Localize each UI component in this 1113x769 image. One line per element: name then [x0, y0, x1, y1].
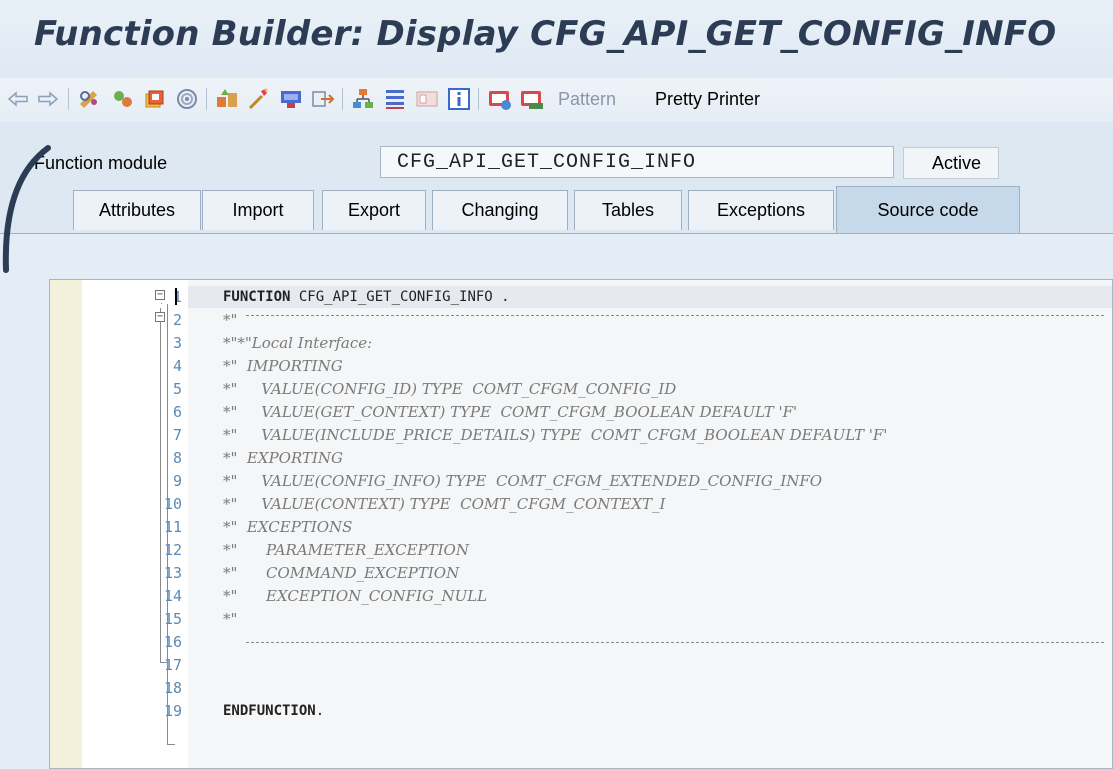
- fold-tree-line: [160, 320, 161, 662]
- code-line[interactable]: *" VALUE(INCLUDE_PRICE_DETAILS) TYPE COM…: [223, 424, 887, 447]
- code-line[interactable]: *" PARAMETER_EXCEPTION: [223, 539, 469, 562]
- where-used-icon[interactable]: [174, 86, 200, 112]
- code-line[interactable]: *"*"Local Interface:: [223, 332, 372, 355]
- tab-import[interactable]: Import: [202, 190, 314, 230]
- text-cursor: [175, 288, 177, 305]
- window-title: Function Builder: Display CFG_API_GET_CO…: [34, 14, 1057, 54]
- title-bar: Function Builder: Display CFG_API_GET_CO…: [0, 0, 1113, 78]
- code-line[interactable]: *" VALUE(CONTEXT) TYPE COMT_CFGM_CONTEXT…: [223, 493, 665, 516]
- code-line[interactable]: *" VALUE(GET_CONTEXT) TYPE COMT_CFGM_BOO…: [223, 401, 797, 424]
- back-arrow-icon[interactable]: [6, 86, 30, 112]
- fold-tree-line: [161, 303, 162, 304]
- tab-changing[interactable]: Changing: [432, 190, 568, 230]
- tab-exceptions[interactable]: Exceptions: [688, 190, 834, 230]
- source-code-editor[interactable]: 1 FUNCTION CFG_API_GET_CONFIG_INFO . 2 *" 3 *…: [49, 279, 1113, 769]
- fold-collapse-icon[interactable]: −: [155, 290, 165, 300]
- comment-rule: [246, 642, 1104, 643]
- application-toolbar: Pattern Pretty Printer: [0, 78, 1113, 123]
- window-edge-curve: [2, 145, 51, 273]
- code-line[interactable]: *" VALUE(CONFIG_INFO) TYPE COMT_CFGM_EXT…: [223, 470, 822, 493]
- toolbar-separator: [478, 88, 479, 110]
- code-line[interactable]: *" IMPORTING: [223, 355, 343, 378]
- activate-icon[interactable]: [214, 86, 240, 112]
- code-line[interactable]: FUNCTION CFG_API_GET_CONFIG_INFO .: [223, 286, 510, 309]
- hierarchy-icon[interactable]: [350, 86, 376, 112]
- toolbar-separator: [342, 88, 343, 110]
- function-module-field[interactable]: CFG_API_GET_CONFIG_INFO: [380, 146, 894, 178]
- test-icon[interactable]: [278, 86, 304, 112]
- tab-attributes[interactable]: Attributes: [73, 190, 201, 230]
- code-line[interactable]: *" EXCEPTION_CONFIG_NULL: [223, 585, 487, 608]
- pretty-printer-button[interactable]: Pretty Printer: [655, 89, 760, 110]
- code-line[interactable]: ENDFUNCTION.: [223, 700, 324, 723]
- list-icon[interactable]: [382, 86, 408, 112]
- stop-test-icon[interactable]: [518, 86, 546, 112]
- breakpoint-gutter[interactable]: [50, 280, 83, 768]
- toolbar-separator: [68, 88, 69, 110]
- code-line[interactable]: *" VALUE(CONFIG_ID) TYPE COMT_CFGM_CONFI…: [223, 378, 676, 401]
- panel-icon[interactable]: [414, 86, 440, 112]
- tab-export[interactable]: Export: [322, 190, 426, 230]
- fold-tree-line: [167, 304, 168, 744]
- code-line[interactable]: *": [223, 309, 237, 332]
- code-line[interactable]: *" EXCEPTIONS: [223, 516, 352, 539]
- code-line[interactable]: *" COMMAND_EXCEPTION: [223, 562, 459, 585]
- toolbar-separator: [206, 88, 207, 110]
- other-object-icon[interactable]: [142, 86, 168, 112]
- forward-arrow-icon[interactable]: [36, 86, 60, 112]
- edit-glasses-icon[interactable]: [76, 86, 104, 112]
- code-line[interactable]: *": [223, 608, 237, 631]
- check-icon[interactable]: [246, 86, 272, 112]
- display-change-icon[interactable]: [110, 86, 136, 112]
- code-line[interactable]: *" EXPORTING: [223, 447, 343, 470]
- fold-collapse-icon[interactable]: −: [155, 312, 165, 322]
- fold-tree-line: [167, 744, 175, 745]
- status-badge: Active: [903, 147, 999, 179]
- display-object-icon[interactable]: [486, 86, 514, 112]
- navigate-icon[interactable]: [310, 86, 336, 112]
- info-icon[interactable]: [446, 86, 472, 112]
- tab-strip: Attributes Import Export Changing Tables…: [0, 186, 1113, 234]
- pattern-button[interactable]: Pattern: [558, 89, 616, 110]
- tab-tables[interactable]: Tables: [574, 190, 682, 230]
- comment-rule: [246, 315, 1104, 316]
- tab-source-code[interactable]: Source code: [836, 186, 1020, 234]
